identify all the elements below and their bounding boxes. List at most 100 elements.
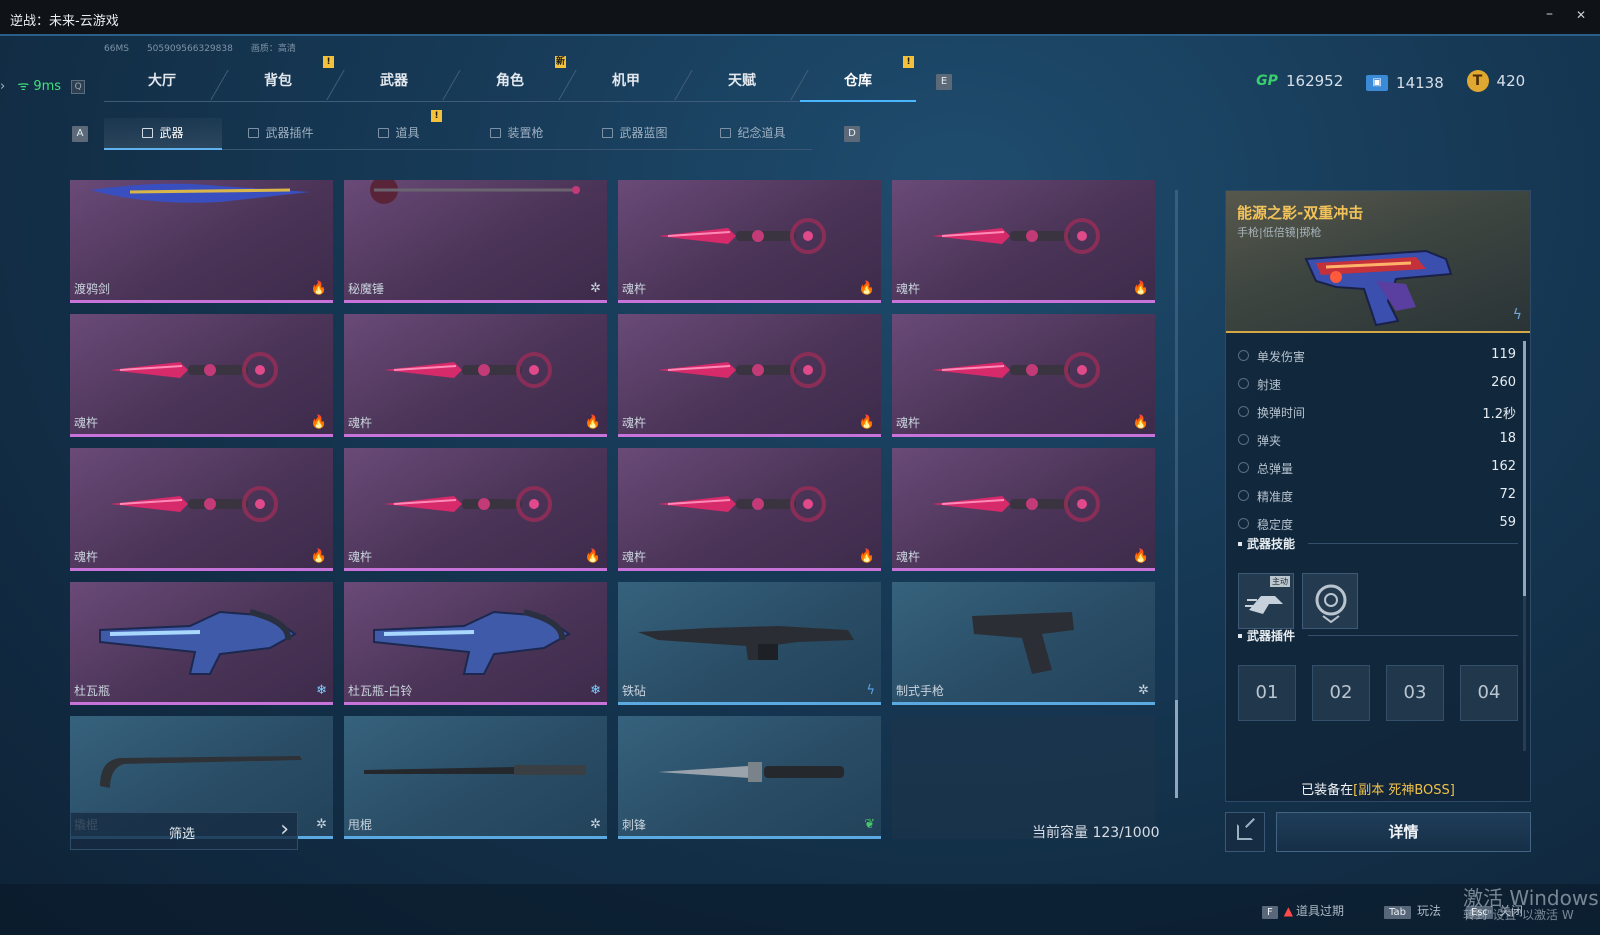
close-button[interactable]: ✕ <box>1576 8 1586 22</box>
plugin-slot[interactable]: 01 <box>1238 665 1296 721</box>
sub-tabs: 武器 武器插件 道具! 装置枪 武器蓝图 纪念道具 <box>104 110 824 150</box>
detail-scroll-thumb[interactable] <box>1523 341 1526 596</box>
wifi-icon: ᯤ <box>17 79 30 94</box>
grid-scrollbar[interactable] <box>1175 190 1178 798</box>
fire-icon: 🔥 <box>584 549 601 564</box>
inventory-item[interactable]: 渡鸦剑 🔥 <box>70 180 333 303</box>
plugin-slot[interactable]: 02 <box>1312 665 1370 721</box>
item-name: 魂杵 <box>896 282 921 296</box>
weapon-skill-1[interactable]: 主动 <box>1238 573 1294 629</box>
snow-icon: ✲ <box>590 817 601 832</box>
inventory-item[interactable]: 魂杵 🔥 <box>618 180 881 303</box>
inventory-item[interactable]: 魂杵 🔥 <box>344 448 607 571</box>
inventory-item[interactable]: 魂杵 🔥 <box>618 314 881 437</box>
stat-value: 72 <box>1499 487 1516 502</box>
detail-scrollbar[interactable] <box>1523 341 1526 751</box>
ticket-value: 14138 <box>1396 74 1444 92</box>
inventory-item[interactable]: 魂杵 🔥 <box>70 448 333 571</box>
tab-3[interactable]: 角色 新 <box>452 56 568 102</box>
stat-label: 精准度 <box>1257 490 1294 504</box>
fire-icon: 🔥 <box>1132 415 1149 430</box>
pistol-image <box>972 612 1074 674</box>
stat-icon <box>1238 434 1249 445</box>
ping-indicator[interactable]: › ᯤ 9ms Q <box>0 76 86 94</box>
weapon-skill-2[interactable] <box>1302 573 1358 629</box>
subtab-0[interactable]: 武器 <box>104 118 222 150</box>
stat-icon <box>1238 406 1249 417</box>
inventory-item[interactable]: 魂杵 🔥 <box>892 314 1155 437</box>
subtab-label: 武器蓝图 <box>619 126 668 140</box>
inventory-item[interactable]: 制式手枪 ✲ <box>892 582 1155 705</box>
subtab-icon <box>490 128 502 138</box>
inventory-item[interactable]: 秘魔锤 ✲ <box>344 180 607 303</box>
plugin-slot[interactable]: 04 <box>1460 665 1518 721</box>
fire-icon: 🔥 <box>858 281 875 296</box>
rarity-bar <box>892 702 1155 705</box>
stat-icon <box>1238 462 1249 473</box>
inventory-item[interactable]: 魂杵 🔥 <box>344 314 607 437</box>
inventory-item[interactable]: 杜瓦瓶 ❄ <box>70 582 333 705</box>
tab-2[interactable]: 武器 <box>336 62 452 102</box>
inventory-item[interactable]: 魂杵 🔥 <box>892 448 1155 571</box>
tab-badge: ! <box>323 56 334 68</box>
filter-button[interactable]: 筛选 › <box>70 812 298 850</box>
subtab-1[interactable]: 武器插件 <box>222 118 340 150</box>
item-name: 魂杵 <box>348 416 373 430</box>
bolt-icon: ϟ <box>1512 307 1522 323</box>
inventory-item[interactable]: 刺锋 ❦ <box>618 716 881 839</box>
weapon-hero: 能源之影-双重冲击 手枪|低倍镜|掷枪 ϟ <box>1226 191 1530 333</box>
tab-1[interactable]: 背包! <box>220 56 336 102</box>
warning-icon: ▲ <box>1283 904 1293 918</box>
currency-bar: GP 162952 ▣ 14138 T 420 <box>1256 70 1543 96</box>
inventory-item[interactable]: 魂杵 🔥 <box>618 448 881 571</box>
stat-icon <box>1238 378 1249 389</box>
dagger-image <box>658 486 826 522</box>
prev-subtab-key[interactable]: A <box>72 126 88 142</box>
expand-arrow-icon[interactable]: › <box>0 79 5 94</box>
subtab-3[interactable]: 装置枪 <box>458 118 576 150</box>
subtab-label: 武器插件 <box>265 126 314 140</box>
inventory-item[interactable]: 甩棍 ✲ <box>344 716 607 839</box>
rarity-bar <box>344 568 607 571</box>
hint-label: 道具过期 <box>1296 904 1345 918</box>
fire-icon: 🔥 <box>310 415 327 430</box>
main-tabs: 大厅 背包! 武器 角色 新机甲 天赋 仓库! <box>104 56 916 102</box>
inventory-item[interactable]: 杜瓦瓶-白铃 ❄ <box>344 582 607 705</box>
dagger-image <box>110 486 278 522</box>
inventory-item[interactable]: 铁砧 ϟ <box>618 582 881 705</box>
subtab-5[interactable]: 纪念道具 <box>694 118 812 150</box>
item-name: 刺锋 <box>622 818 647 832</box>
subtab-icon <box>142 128 154 138</box>
subtab-2[interactable]: 道具! <box>340 110 458 150</box>
rarity-bar <box>70 434 333 437</box>
item-name: 魂杵 <box>622 550 647 564</box>
footer-hint[interactable]: F ▲ 道具过期 <box>1262 902 1344 919</box>
plugin-slot[interactable]: 03 <box>1386 665 1444 721</box>
grid-scroll-thumb[interactable] <box>1175 700 1178 798</box>
tab-6[interactable]: 仓库! <box>800 56 916 102</box>
tab-0[interactable]: 大厅 <box>104 62 220 102</box>
minimize-button[interactable]: – <box>1546 6 1553 22</box>
inventory-item[interactable]: 魂杵 🔥 <box>70 314 333 437</box>
cannon-image <box>373 609 571 675</box>
subtab-label: 道具 <box>395 126 420 140</box>
inventory-item[interactable]: 魂杵 🔥 <box>892 180 1155 303</box>
weapon-skills-title: 武器技能 <box>1238 535 1519 552</box>
gp-value: 162952 <box>1286 72 1344 90</box>
inventory-item[interactable] <box>892 716 1155 839</box>
rarity-bar <box>892 300 1155 303</box>
item-name: 魂杵 <box>74 550 99 564</box>
item-name: 杜瓦瓶 <box>74 684 111 698</box>
currency-coin: T 420 <box>1466 70 1525 92</box>
next-tab-key[interactable]: E <box>936 74 952 90</box>
next-subtab-key[interactable]: D <box>844 126 860 142</box>
rarity-bar <box>344 702 607 705</box>
stat-label: 总弹量 <box>1257 462 1294 476</box>
subtab-4[interactable]: 武器蓝图 <box>576 118 694 150</box>
details-button[interactable]: 详情 <box>1276 812 1531 852</box>
footer-hint[interactable]: Tab 玩法 <box>1384 902 1441 919</box>
tab-4[interactable]: 机甲 <box>568 62 684 102</box>
share-button[interactable] <box>1225 812 1265 852</box>
tab-5[interactable]: 天赋 <box>684 62 800 102</box>
subtab-icon <box>378 128 390 138</box>
